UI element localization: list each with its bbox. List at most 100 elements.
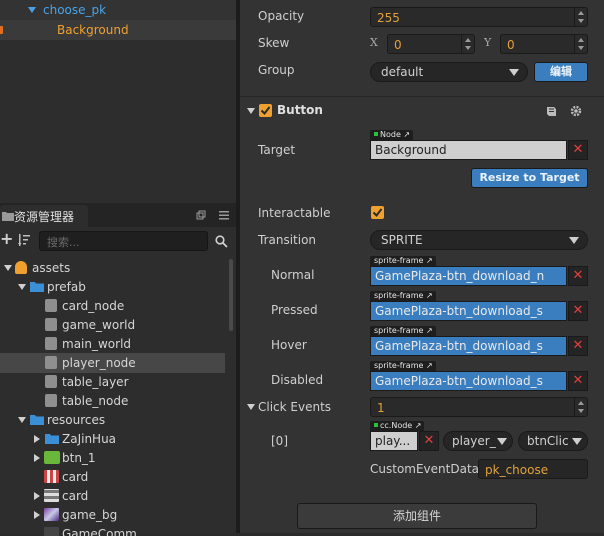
target-remove-button[interactable]: ✕ (568, 140, 588, 160)
folder-icon (45, 434, 59, 444)
click-events-count-input[interactable]: 1 (370, 397, 588, 417)
sprite-frame-tag: sprite-frame ↗ (370, 361, 436, 371)
asset-folder-gamecomm[interactable]: GameComm (0, 524, 236, 536)
sort-icon[interactable] (18, 234, 30, 246)
opacity-input[interactable]: 255 (370, 7, 588, 27)
expand-arrow-icon[interactable] (4, 265, 12, 271)
opacity-stepper[interactable] (574, 8, 587, 26)
hover-remove-button[interactable]: ✕ (568, 336, 588, 356)
chevron-down-icon (497, 438, 507, 445)
component-collapse-icon[interactable] (247, 108, 255, 114)
chevron-down-icon (509, 69, 519, 76)
prefab-icon (45, 299, 57, 312)
lock-icon[interactable] (0, 26, 3, 34)
hover-sprite-field[interactable]: GamePlaza-btn_download_s (370, 336, 567, 356)
resize-to-target-button[interactable]: Resize to Target (471, 168, 588, 188)
asset-search-input[interactable]: 搜索... (39, 231, 208, 251)
prefab-icon (45, 337, 57, 350)
transition-select[interactable]: SPRITE (370, 230, 588, 250)
prefab-icon (45, 356, 57, 369)
asset-manager-tab[interactable]: 资源管理器 (0, 205, 88, 227)
group-edit-button[interactable]: 编辑 (534, 62, 588, 82)
custom-event-data-input[interactable]: pk_choose (478, 459, 588, 479)
prefab-icon (45, 375, 57, 388)
check-icon (260, 106, 271, 116)
asset-texture-game-bg[interactable]: game_bg (0, 505, 236, 525)
texture-thumbnail-icon (44, 451, 60, 464)
click-events-collapse-icon[interactable] (247, 404, 255, 410)
event-handler-select[interactable]: btnClic (518, 431, 588, 451)
skew-label: Skew (258, 36, 290, 50)
click-events-stepper[interactable] (574, 398, 587, 416)
normal-sprite-field[interactable]: GamePlaza-btn_download_n (370, 266, 567, 286)
search-icon[interactable] (215, 235, 228, 248)
sprite-frame-tag: sprite-frame ↗ (370, 291, 436, 301)
transition-label: Transition (258, 233, 317, 247)
asset-texture-btn-1[interactable]: btn_1 (0, 448, 236, 468)
folder-icon (2, 212, 14, 221)
texture-thumbnail-icon (44, 508, 59, 521)
help-book-icon[interactable] (545, 105, 557, 117)
group-select[interactable]: default (370, 62, 528, 82)
texture-thumbnail-icon (44, 527, 59, 536)
collapse-arrow-icon[interactable] (34, 454, 40, 462)
cc-node-tag: cc.Node ↗ (370, 421, 425, 431)
skew-y-label: Y (484, 36, 492, 49)
check-icon (372, 208, 383, 218)
section-divider (240, 96, 604, 97)
asset-prefab-player-node[interactable]: player_node (0, 353, 225, 373)
interactable-checkbox[interactable] (371, 206, 384, 219)
node-dot-icon (374, 423, 378, 427)
prefab-icon (45, 318, 57, 331)
expand-arrow-icon[interactable] (18, 284, 26, 290)
button-enabled-checkbox[interactable] (259, 104, 272, 117)
disabled-sprite-field[interactable]: GamePlaza-btn_download_s (370, 371, 567, 391)
event-target-field[interactable]: play... (370, 431, 418, 451)
chevron-down-icon (569, 237, 579, 244)
tree-node-choose-pk[interactable]: choose_pk (0, 0, 236, 20)
expand-arrow-icon[interactable] (18, 417, 26, 423)
pressed-sprite-field[interactable]: GamePlaza-btn_download_s (370, 301, 567, 321)
skew-x-stepper[interactable] (461, 35, 474, 53)
hover-label: Hover (271, 338, 307, 352)
asset-folder-resources[interactable]: resources (0, 410, 236, 430)
event-component-select[interactable]: player_ (443, 431, 513, 451)
menu-icon[interactable] (219, 210, 229, 220)
add-component-button[interactable]: 添加组件 (297, 503, 537, 529)
inspector-panel: Opacity 255 Skew X 0 Y 0 Group default 编… (240, 0, 604, 533)
skew-x-input[interactable]: 0 (387, 34, 475, 54)
collapse-arrow-icon[interactable] (34, 435, 40, 443)
skew-y-stepper[interactable] (574, 35, 587, 53)
asset-prefab-table-layer[interactable]: table_layer (0, 372, 236, 392)
add-asset-button[interactable]: + (0, 229, 13, 248)
opacity-label: Opacity (258, 9, 305, 23)
normal-remove-button[interactable]: ✕ (568, 266, 588, 286)
target-label: Target (258, 143, 296, 157)
asset-folder-zajinhua[interactable]: ZaJinHua (0, 429, 236, 449)
event-target-remove-button[interactable]: ✕ (419, 431, 439, 451)
asset-prefab-game-world[interactable]: game_world (0, 315, 236, 335)
interactable-label: Interactable (258, 206, 331, 220)
tree-node-background[interactable]: Background (0, 20, 236, 40)
group-label: Group (258, 63, 295, 77)
skew-y-input[interactable]: 0 (500, 34, 588, 54)
gear-icon[interactable] (570, 105, 582, 117)
node-tree-panel: choose_pk Background (0, 0, 236, 203)
pressed-remove-button[interactable]: ✕ (568, 301, 588, 321)
prefab-icon (45, 394, 57, 407)
asset-folder-assets[interactable]: assets (0, 258, 236, 278)
target-field[interactable]: Background (370, 140, 567, 160)
collapse-arrow-icon[interactable] (34, 492, 40, 500)
disabled-remove-button[interactable]: ✕ (568, 371, 588, 391)
asset-atlas-card[interactable]: card (0, 467, 236, 487)
folder-icon (30, 415, 44, 425)
popout-icon[interactable] (196, 210, 206, 220)
asset-texture-card[interactable]: card (0, 486, 236, 506)
collapse-arrow-icon[interactable] (34, 511, 40, 519)
expand-arrow-icon[interactable] (28, 7, 36, 13)
asset-prefab-card-node[interactable]: card_node (0, 296, 236, 316)
asset-prefab-main-world[interactable]: main_world (0, 334, 236, 354)
asset-folder-prefab[interactable]: prefab (0, 277, 236, 297)
database-icon (15, 261, 27, 274)
asset-prefab-table-node[interactable]: table_node (0, 391, 236, 411)
